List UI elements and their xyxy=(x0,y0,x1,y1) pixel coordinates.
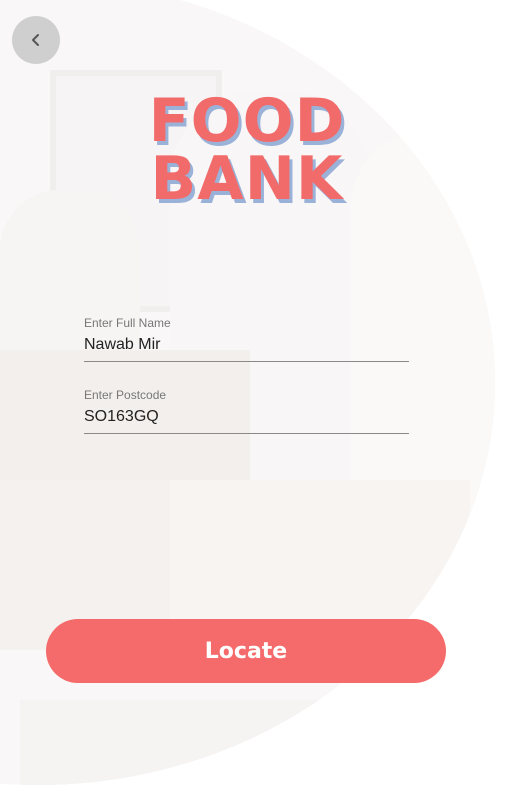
postcode-input[interactable] xyxy=(84,406,409,434)
logo-line-1: FOOD xyxy=(148,86,346,156)
logo-line-2: BANK xyxy=(150,144,344,214)
full-name-label: Enter Full Name xyxy=(84,316,171,330)
postcode-label: Enter Postcode xyxy=(84,388,167,402)
full-name-field: Enter Full Name xyxy=(84,316,409,362)
food-bank-logo: FOOD BANK xyxy=(0,86,494,214)
postcode-field: Enter Postcode xyxy=(84,388,409,434)
full-name-input[interactable] xyxy=(84,334,409,362)
locate-button[interactable]: Locate xyxy=(46,619,446,683)
food-bank-screen: FOOD BANK Enter Full Name Enter Postcode… xyxy=(0,0,514,788)
chevron-left-icon xyxy=(32,34,39,46)
back-button[interactable] xyxy=(12,16,60,64)
